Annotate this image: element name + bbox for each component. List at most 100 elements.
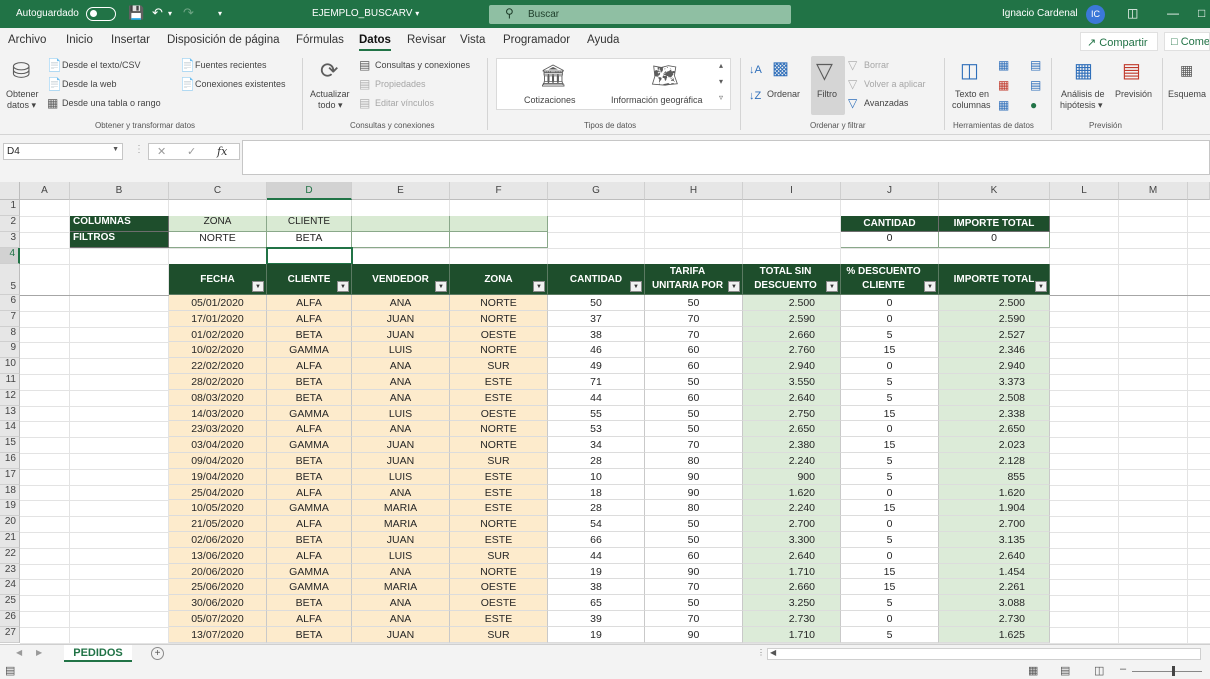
column-header-h[interactable]: H: [645, 182, 743, 200]
cell-descuento[interactable]: 0: [841, 547, 939, 564]
cell-fecha[interactable]: 09/04/2020: [169, 453, 267, 469]
cell-tarifa[interactable]: 90: [645, 563, 743, 580]
tab-revisar[interactable]: Revisar: [407, 34, 446, 46]
row-header[interactable]: 25: [0, 595, 20, 611]
cell-descuento[interactable]: 5: [841, 595, 939, 611]
column-header-d[interactable]: D: [267, 182, 352, 200]
cell-cliente[interactable]: GAMMA: [267, 342, 352, 359]
cell-zona[interactable]: SUR: [450, 358, 548, 374]
cell-descuento[interactable]: 5: [841, 326, 939, 343]
cell-importe-total[interactable]: 2.940: [939, 358, 1050, 374]
cell-tarifa[interactable]: 50: [645, 295, 743, 311]
what-if-label-1[interactable]: Análisis de: [1061, 89, 1105, 100]
filter-dropdown-icon[interactable]: ▼: [252, 281, 264, 292]
cell-vendedor[interactable]: LUIS: [352, 468, 450, 485]
cell-importe-total[interactable]: 2.023: [939, 437, 1050, 453]
cell-importe-total[interactable]: 2.527: [939, 326, 1050, 343]
cell-cantidad[interactable]: 37: [548, 310, 645, 327]
column-header-l[interactable]: L: [1050, 182, 1119, 200]
cell-fecha[interactable]: 08/03/2020: [169, 389, 267, 406]
gallery-up-icon[interactable]: ▴: [719, 61, 723, 70]
cell-total-sin-descuento[interactable]: 2.650: [743, 421, 841, 438]
autosave-toggle[interactable]: [86, 7, 116, 21]
cell-vendedor[interactable]: JUAN: [352, 326, 450, 343]
cell-zona[interactable]: SUR: [450, 626, 548, 643]
cell-importe-total[interactable]: 1.625: [939, 626, 1050, 643]
row-header[interactable]: 19: [0, 500, 20, 517]
row-header[interactable]: 1: [0, 200, 20, 216]
row-header[interactable]: 7: [0, 310, 20, 327]
existing-connections-button[interactable]: Conexiones existentes: [195, 79, 286, 90]
cancel-icon[interactable]: ✕: [157, 145, 166, 158]
customize-toolbar-icon[interactable]: ▾: [218, 9, 222, 18]
cell-descuento[interactable]: 15: [841, 437, 939, 453]
cell-descuento[interactable]: 5: [841, 532, 939, 548]
row-header[interactable]: 8: [0, 326, 20, 343]
cell-total-sin-descuento[interactable]: 1.710: [743, 626, 841, 643]
cell-tarifa[interactable]: 50: [645, 374, 743, 390]
cell-tarifa[interactable]: 70: [645, 437, 743, 453]
cell-descuento[interactable]: 15: [841, 563, 939, 580]
row-header[interactable]: 16: [0, 453, 20, 469]
row-header[interactable]: 24: [0, 579, 20, 596]
tab-insertar[interactable]: Insertar: [111, 34, 150, 46]
cell-vendedor[interactable]: MARIA: [352, 500, 450, 517]
tab-archivo[interactable]: Archivo: [8, 34, 46, 46]
refresh-all-label-1[interactable]: Actualizar: [310, 89, 350, 100]
prev-sheet-icon[interactable]: ◀: [16, 648, 22, 657]
cell-importe-total[interactable]: 2.700: [939, 516, 1050, 532]
cell-vendedor[interactable]: ANA: [352, 421, 450, 438]
cell-zona[interactable]: NORTE: [450, 563, 548, 580]
cell-vendedor[interactable]: ANA: [352, 389, 450, 406]
normal-view-icon[interactable]: ▦: [1028, 664, 1038, 677]
row-header[interactable]: 26: [0, 611, 20, 627]
cell-total-sin-descuento[interactable]: 2.940: [743, 358, 841, 374]
criteria-empty-value[interactable]: [450, 232, 548, 248]
cell-tarifa[interactable]: 60: [645, 342, 743, 359]
tab-datos[interactable]: Datos: [359, 34, 391, 51]
horizontal-scrollbar[interactable]: ◀: [767, 648, 1201, 660]
cell-total-sin-descuento[interactable]: 1.710: [743, 563, 841, 580]
cell-vendedor[interactable]: JUAN: [352, 626, 450, 643]
cell-total-sin-descuento[interactable]: 3.300: [743, 532, 841, 548]
stocks-button[interactable]: Cotizaciones: [524, 95, 576, 106]
row-header[interactable]: 20: [0, 516, 20, 532]
criteria-empty-value[interactable]: [352, 232, 450, 248]
cell-total-sin-descuento[interactable]: 2.730: [743, 611, 841, 627]
sort-button[interactable]: Ordenar: [767, 89, 800, 100]
cell-cantidad[interactable]: 39: [548, 611, 645, 627]
column-header-e[interactable]: E: [352, 182, 450, 200]
filter-dropdown-icon[interactable]: ▼: [630, 281, 642, 292]
tab-disposicion[interactable]: Disposición de página: [167, 34, 280, 46]
filter-dropdown-icon[interactable]: ▼: [728, 281, 740, 292]
cell-cantidad[interactable]: 54: [548, 516, 645, 532]
cell-vendedor[interactable]: JUAN: [352, 453, 450, 469]
enter-icon[interactable]: ✓: [187, 145, 196, 158]
cell-cliente[interactable]: ALFA: [267, 295, 352, 311]
row-header[interactable]: 6: [0, 295, 20, 311]
cell-vendedor[interactable]: JUAN: [352, 532, 450, 548]
cell-importe-total[interactable]: 1.620: [939, 484, 1050, 501]
page-break-view-icon[interactable]: ◫: [1094, 664, 1104, 677]
cell-cliente[interactable]: BETA: [267, 389, 352, 406]
cell-fecha[interactable]: 28/02/2020: [169, 374, 267, 390]
cell-descuento[interactable]: 15: [841, 579, 939, 596]
cell-cantidad[interactable]: 28: [548, 453, 645, 469]
cell-cliente[interactable]: ALFA: [267, 547, 352, 564]
cell-zona[interactable]: OESTE: [450, 579, 548, 596]
cell-fecha[interactable]: 20/06/2020: [169, 563, 267, 580]
get-data-label-2[interactable]: datos ▾: [7, 100, 36, 111]
cell-zona[interactable]: NORTE: [450, 310, 548, 327]
cell-zona[interactable]: OESTE: [450, 595, 548, 611]
cell-cliente[interactable]: ALFA: [267, 310, 352, 327]
cell-vendedor[interactable]: MARIA: [352, 579, 450, 596]
row-header[interactable]: 21: [0, 532, 20, 548]
gallery-down-icon[interactable]: ▾: [719, 77, 723, 86]
cell-descuento[interactable]: 5: [841, 468, 939, 485]
cell-vendedor[interactable]: LUIS: [352, 547, 450, 564]
cell-zona[interactable]: ESTE: [450, 468, 548, 485]
cell-importe-total[interactable]: 2.261: [939, 579, 1050, 596]
consolidate-icon[interactable]: ▤: [1030, 58, 1041, 72]
cell-zona[interactable]: ESTE: [450, 389, 548, 406]
add-sheet-icon[interactable]: +: [151, 647, 164, 660]
